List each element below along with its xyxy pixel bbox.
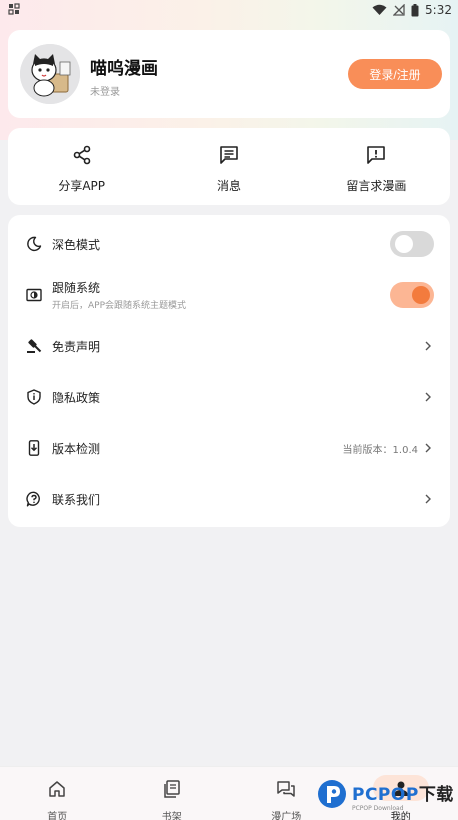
chevron-right-icon: [422, 490, 434, 509]
follow-system-row: 跟随系统 开启后，APP会跟随系统主题模式: [8, 270, 450, 320]
privacy-policy-label: 隐私政策: [52, 390, 101, 405]
share-app-button[interactable]: 分享APP: [8, 128, 155, 205]
help-icon: [24, 489, 44, 509]
chevron-right-icon: [422, 337, 434, 356]
status-bar: 5:32: [0, 0, 458, 20]
login-register-button[interactable]: 登录/注册: [348, 59, 442, 89]
nav-home[interactable]: 首页: [0, 767, 115, 820]
settings-card: 深色模式 跟随系统 开启后，APP会跟随系统主题模式 免责声明 隐私政策 版本检…: [8, 215, 450, 527]
watermark-suffix: 下载: [418, 785, 454, 805]
feedback-icon: [365, 144, 387, 170]
toggle-knob: [395, 235, 413, 253]
toggle-knob: [412, 286, 430, 304]
battery-icon: [411, 3, 419, 17]
nav-forum-label: 漫广场: [271, 812, 302, 820]
version-check-label: 版本检测: [52, 441, 101, 456]
nav-home-label: 首页: [47, 812, 68, 820]
chevron-right-icon: [422, 439, 434, 458]
shield-icon: [24, 387, 44, 407]
current-version: 当前版本：1.0.4: [342, 444, 418, 456]
privacy-policy-row[interactable]: 隐私政策: [8, 372, 450, 422]
dark-mode-toggle[interactable]: [390, 231, 434, 257]
follow-system-label: 跟随系统: [52, 281, 101, 295]
dark-mode-row: 深色模式: [8, 219, 450, 269]
status-time: 5:32: [425, 3, 452, 17]
disclaimer-label: 免责声明: [52, 339, 101, 354]
home-icon: [47, 779, 67, 803]
app-name: 喵呜漫画: [90, 59, 158, 79]
message-icon: [218, 144, 240, 170]
watermark: PCPOP下载 PCPOP Download: [316, 776, 458, 816]
contact-us-row[interactable]: 联系我们: [8, 474, 450, 524]
nav-bookshelf-label: 书架: [161, 812, 182, 820]
chevron-right-icon: [422, 388, 434, 407]
bookshelf-icon: [162, 779, 182, 803]
disclaimer-row[interactable]: 免责声明: [8, 321, 450, 371]
follow-system-toggle[interactable]: [390, 282, 434, 308]
nav-bookshelf[interactable]: 书架: [115, 767, 230, 820]
no-signal-icon: [393, 4, 405, 16]
follow-system-description: 开启后，APP会跟随系统主题模式: [52, 301, 187, 311]
contact-us-label: 联系我们: [52, 492, 101, 507]
watermark-text: PCPOP: [352, 785, 419, 805]
version-check-row[interactable]: 版本检测 当前版本：1.0.4: [8, 423, 450, 473]
phone-update-icon: [24, 438, 44, 458]
avatar[interactable]: [20, 44, 80, 104]
gavel-icon: [24, 336, 44, 356]
messages-label: 消息: [216, 179, 241, 193]
wifi-icon: [372, 4, 387, 16]
notification-icon: [8, 2, 20, 18]
forum-icon: [276, 779, 296, 803]
quick-actions-card: 分享APP 消息 留言求漫画: [8, 128, 450, 205]
pcpop-logo-icon: [316, 778, 348, 814]
login-status: 未登录: [90, 87, 120, 98]
dark-mode-label: 深色模式: [52, 237, 101, 252]
share-app-label: 分享APP: [58, 179, 105, 193]
theme-icon: [24, 285, 44, 305]
request-comic-label: 留言求漫画: [346, 179, 407, 193]
watermark-subtext: PCPOP Download: [352, 805, 404, 812]
messages-button[interactable]: 消息: [155, 128, 302, 205]
request-comic-button[interactable]: 留言求漫画: [303, 128, 450, 205]
moon-icon: [24, 234, 44, 254]
profile-card: 喵呜漫画 未登录 登录/注册: [8, 30, 450, 118]
share-icon: [71, 144, 93, 170]
